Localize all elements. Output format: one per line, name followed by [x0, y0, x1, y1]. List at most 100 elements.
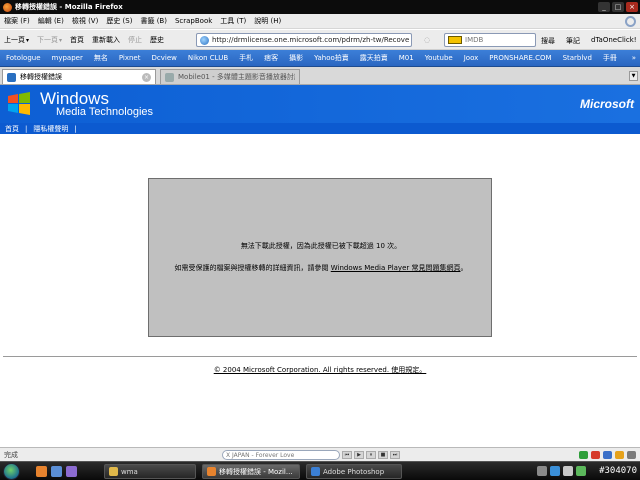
error-detail: 如需受保護的檔案與授權移轉的詳細資訊，請參閱 Windows Media Pla… [149, 263, 493, 273]
url-bar[interactable]: http://drmlicense.one.microsoft.com/pdrm… [196, 33, 412, 47]
tray-icon[interactable] [550, 466, 560, 476]
addon-status-icon[interactable] [603, 451, 612, 459]
taskbar-item-photoshop[interactable]: Adobe Photoshop [306, 464, 402, 479]
task-label: Adobe Photoshop [323, 467, 385, 476]
search-button[interactable]: 搜尋 [541, 36, 555, 46]
nav-privacy-link[interactable]: 隱私權聲明 [33, 124, 68, 134]
pause-icon[interactable]: ⏸ [366, 451, 376, 459]
go-icon[interactable]: ◌ [424, 36, 434, 44]
network-icon[interactable] [576, 466, 586, 476]
wm-header: Windows Media Technologies Microsoft [0, 85, 640, 123]
addon-status-icon[interactable] [627, 451, 636, 459]
bookmark-item[interactable]: PRONSHARE.COM [489, 54, 551, 62]
menu-history[interactable]: 歷史 (S) [106, 16, 132, 26]
menu-bookmarks[interactable]: 書籤 (B) [140, 16, 167, 26]
desktop-launch-icon[interactable] [51, 466, 62, 477]
taskbar-item-wma[interactable]: wma [104, 464, 196, 479]
dropdown-arrow-icon[interactable]: ▾ [26, 37, 29, 44]
volume-icon[interactable] [563, 466, 573, 476]
page-content: Windows Media Technologies Microsoft 首頁 … [0, 85, 640, 447]
next-icon[interactable]: ⏭ [390, 451, 400, 459]
bookmark-item[interactable]: Yahoo拍賣 [314, 53, 349, 63]
window-title: 移轉授權錯誤 - Mozilla Firefox [15, 3, 123, 11]
addon-status-icon[interactable] [615, 451, 624, 459]
search-input[interactable] [465, 36, 525, 44]
tab-label: Mobile01 - 多媒體主題影音播放器討論... [178, 73, 295, 81]
faq-link[interactable]: Windows Media Player 常見問題集網頁 [331, 264, 461, 272]
minimize-icon[interactable]: _ [598, 2, 610, 12]
firefox-window: 移轉授權錯誤 - Mozilla Firefox _ □ × 檔案 (F) 編輯… [0, 0, 640, 480]
bookmark-item[interactable]: mypaper [52, 54, 83, 62]
bookmarks-overflow-icon[interactable]: » [632, 54, 636, 62]
bookmark-item[interactable]: M01 [399, 54, 414, 62]
track-title: X JAPAN - Forever Love [226, 451, 295, 459]
tray-icon[interactable] [537, 466, 547, 476]
player-controls: ⏮ ▶ ⏸ ■ ⏭ [342, 451, 400, 459]
url-text[interactable]: http://drmlicense.one.microsoft.com/pdrm… [212, 36, 409, 44]
bookmarks-toolbar: Fotologue mypaper 無名 Pixnet Dcview Nikon… [0, 50, 640, 67]
bookmark-item[interactable]: 攝影 [289, 53, 303, 63]
prev-icon[interactable]: ⏮ [342, 451, 352, 459]
error-message: 無法下載此授權，因為此授權已被下載超過 10 次。 [240, 242, 402, 250]
task-label: wma [121, 467, 138, 476]
stop-button[interactable]: 停止 [128, 35, 142, 45]
tab-list-icon[interactable]: ▼ [629, 71, 638, 81]
site-identity-icon[interactable] [200, 35, 209, 45]
taskbar-item-firefox[interactable]: 移轉授權錯誤 - Mozil... [202, 464, 300, 479]
addon-status-icon[interactable] [591, 451, 600, 459]
search-bar[interactable] [444, 33, 536, 47]
close-window-icon[interactable]: × [626, 2, 638, 12]
start-button-icon[interactable] [3, 463, 20, 480]
bookmark-item[interactable]: 露天拍賣 [360, 53, 388, 63]
navigation-toolbar: 上一頁▾ 下一頁▾ 首頁 重新載入 停止 歷史 http://drmlicens… [0, 30, 640, 50]
firefox-icon [3, 2, 12, 12]
stop-icon[interactable]: ■ [378, 451, 388, 459]
bookmark-item[interactable]: Starblvd [563, 54, 592, 62]
task-label: 移轉授權錯誤 - Mozil... [219, 467, 293, 476]
photoshop-icon [311, 467, 320, 476]
history-button[interactable]: 歷史 [150, 35, 164, 45]
window-controls: _ □ × [598, 2, 638, 12]
imdb-engine-icon[interactable] [448, 36, 462, 44]
bookmark-item[interactable]: Fotologue [6, 54, 41, 62]
taskbar: wma 移轉授權錯誤 - Mozil... Adobe Photoshop #3… [0, 461, 640, 480]
bookmark-item[interactable]: 無名 [94, 53, 108, 63]
play-icon[interactable]: ▶ [354, 451, 364, 459]
menu-tools[interactable]: 工具 (T) [220, 16, 246, 26]
notes-button[interactable]: 筆記 [566, 36, 580, 46]
menu-help[interactable]: 說明 (H) [254, 16, 281, 26]
menu-file[interactable]: 檔案 (F) [4, 16, 30, 26]
menu-view[interactable]: 檢視 (V) [72, 16, 98, 26]
quick-launch [36, 466, 77, 477]
bookmark-item[interactable]: 手札 [239, 53, 253, 63]
nav-separator: | [74, 124, 77, 133]
menu-edit[interactable]: 編輯 (E) [38, 16, 64, 26]
bookmark-item[interactable]: Nikon CLUB [188, 54, 228, 62]
tab-active[interactable]: 移轉授權錯誤 × [2, 69, 156, 84]
bookmark-item[interactable]: 痞客 [264, 53, 278, 63]
maximize-icon[interactable]: □ [612, 2, 624, 12]
bookmark-item[interactable]: Pixnet [119, 54, 141, 62]
reload-button[interactable]: 重新載入 [92, 35, 120, 45]
home-button[interactable]: 首頁 [70, 35, 84, 45]
firefox-launch-icon[interactable] [36, 466, 47, 477]
copyright-link[interactable]: © 2004 Microsoft Corporation. All rights… [214, 366, 427, 374]
tab-inactive[interactable]: Mobile01 - 多媒體主題影音播放器討論... [160, 69, 300, 84]
status-icons [579, 451, 636, 459]
bookmark-item[interactable]: Dcview [152, 54, 177, 62]
bookmark-item[interactable]: 手冊 [603, 53, 617, 63]
bookmark-item[interactable]: Youtube [425, 54, 453, 62]
bookmark-item[interactable]: Joox [464, 54, 479, 62]
nav-home-link[interactable]: 首頁 [5, 124, 19, 134]
music-player[interactable]: X JAPAN - Forever Love [222, 450, 340, 460]
back-button[interactable]: 上一頁▾ [4, 35, 29, 45]
dtaoneclick-button[interactable]: dTaOneClick! [591, 36, 637, 44]
dropdown-arrow-icon[interactable]: ▾ [59, 37, 62, 44]
close-tab-icon[interactable]: × [142, 72, 151, 82]
site-nav: 首頁 | 隱私權聲明 | [0, 123, 640, 134]
app-launch-icon[interactable] [66, 466, 77, 477]
forward-button[interactable]: 下一頁▾ [37, 35, 62, 45]
nav-separator: | [25, 124, 28, 133]
menu-scrapbook[interactable]: ScrapBook [175, 17, 212, 25]
addon-status-icon[interactable] [579, 451, 588, 459]
